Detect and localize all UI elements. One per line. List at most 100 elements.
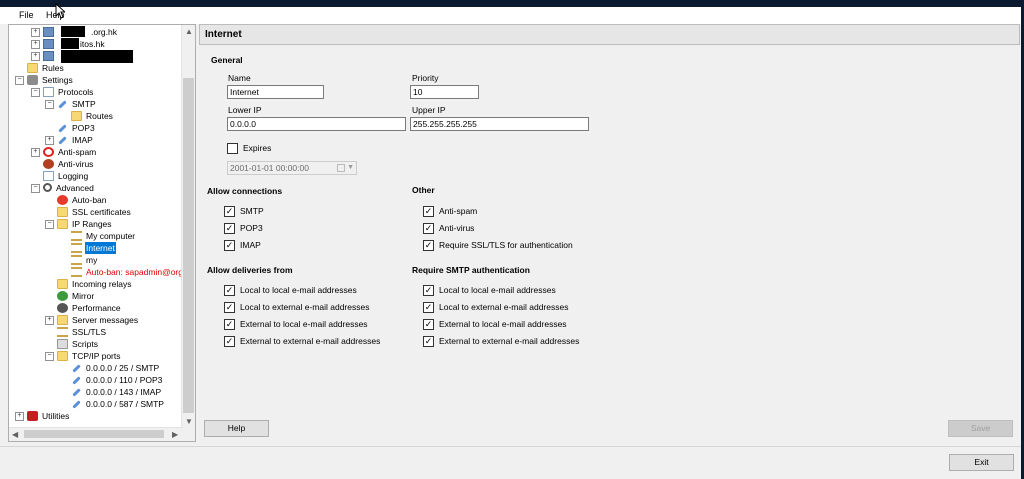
checkbox-deliver-external-external[interactable]: ✓ External to external e-mail addresses xyxy=(224,335,380,347)
tree-expander[interactable]: − xyxy=(45,220,54,229)
checkbox-auth-local-external[interactable]: ✓ Local to external e-mail addresses xyxy=(423,301,568,313)
tree-node-domain-1[interactable]: .org.hk xyxy=(43,26,118,38)
tree-node-settings[interactable]: Settings xyxy=(27,74,74,86)
checkbox-box: ✓ xyxy=(423,285,434,296)
tree-node-anti-spam[interactable]: Anti-spam xyxy=(43,146,97,158)
tree-horizontal-scrollbar[interactable]: ◀ ▶ xyxy=(9,427,183,441)
scroll-right-arrow-icon[interactable]: ▶ xyxy=(172,430,178,439)
priority-field[interactable]: 10 xyxy=(410,85,479,99)
menu-file[interactable]: File xyxy=(19,10,34,20)
feather-icon xyxy=(71,375,82,385)
upper-ip-field[interactable]: 255.255.255.255 xyxy=(410,117,589,131)
allow-deliveries-heading: Allow deliveries from xyxy=(207,265,293,275)
scroll-up-arrow-icon[interactable]: ▲ xyxy=(185,27,193,36)
tree-node-port-25[interactable]: 0.0.0.0 / 25 / SMTP xyxy=(71,362,160,374)
tree-expander[interactable]: − xyxy=(31,184,40,193)
exit-button[interactable]: Exit xyxy=(949,454,1014,471)
tree-node-utilities[interactable]: Utilities xyxy=(27,410,70,422)
expires-checkbox[interactable]: Expires xyxy=(227,142,271,154)
checkbox-smtp[interactable]: ✓ SMTP xyxy=(224,205,264,217)
redacted-block xyxy=(61,50,133,63)
footer-divider xyxy=(0,446,1021,447)
checkbox-box: ✓ xyxy=(224,336,235,347)
tree-expander[interactable]: + xyxy=(31,28,40,37)
checkbox-pop3[interactable]: ✓ POP3 xyxy=(224,222,263,234)
tree-node-port-143[interactable]: 0.0.0.0 / 143 / IMAP xyxy=(71,386,162,398)
tree-node-server-messages[interactable]: Server messages xyxy=(57,314,139,326)
tree-node-domain-3[interactable] xyxy=(43,50,59,62)
checkbox-deliver-local-external[interactable]: ✓ Local to external e-mail addresses xyxy=(224,301,369,313)
feather-icon xyxy=(57,99,68,109)
tree-node-anti-virus[interactable]: Anti-virus xyxy=(43,158,94,170)
other-heading: Other xyxy=(412,185,435,195)
checkbox-auth-external-local[interactable]: ✓ External to local e-mail addresses xyxy=(423,318,567,330)
tree-vertical-scrollbar[interactable]: ▲ ▼ xyxy=(181,25,195,428)
tree-expander[interactable]: + xyxy=(31,148,40,157)
checkbox-deliver-external-local[interactable]: ✓ External to local e-mail addresses xyxy=(224,318,368,330)
settings-tree[interactable]: + .org.hk + itos.hk + Rules − Settings −… xyxy=(8,24,196,442)
tree-expander[interactable]: − xyxy=(15,76,24,85)
checkbox-auth-local-local[interactable]: ✓ Local to local e-mail addresses xyxy=(423,284,556,296)
scroll-down-arrow-icon[interactable]: ▼ xyxy=(185,417,193,426)
scrollbar-corner xyxy=(182,428,195,441)
save-button[interactable]: Save xyxy=(948,420,1013,437)
tools-icon xyxy=(27,75,38,85)
tree-expander[interactable]: + xyxy=(31,52,40,61)
tree-node-rules[interactable]: Rules xyxy=(27,62,65,74)
checkbox-imap[interactable]: ✓ IMAP xyxy=(224,239,261,251)
tree-expander[interactable]: + xyxy=(45,136,54,145)
tree-node-ssl-certificates[interactable]: SSL certificates xyxy=(57,206,132,218)
upper-ip-label: Upper IP xyxy=(412,105,446,115)
checkbox-box: ✓ xyxy=(224,285,235,296)
checkbox-require-ssl-tls[interactable]: ✓ Require SSL/TLS for authentication xyxy=(423,239,573,251)
tree-node-port-110[interactable]: 0.0.0.0 / 110 / POP3 xyxy=(71,374,163,386)
tree-expander[interactable]: + xyxy=(15,412,24,421)
checkbox-auth-external-external[interactable]: ✓ External to external e-mail addresses xyxy=(423,335,579,347)
tree-node-ssl-tls[interactable]: SSL/TLS xyxy=(57,326,107,338)
folder-icon xyxy=(57,279,68,289)
tree-expander[interactable]: − xyxy=(31,88,40,97)
tree-node-auto-ban-entry[interactable]: Auto-ban: sapadmin@org.h xyxy=(71,266,191,278)
checkbox-anti-virus[interactable]: ✓ Anti-virus xyxy=(423,222,474,234)
mirror-icon xyxy=(57,291,68,301)
folder-icon xyxy=(57,315,68,325)
tree-node-pop3[interactable]: POP3 xyxy=(57,122,96,134)
tree-node-ip-ranges[interactable]: IP Ranges xyxy=(57,218,113,230)
tree-node-mirror[interactable]: Mirror xyxy=(57,290,95,302)
scroll-left-arrow-icon[interactable]: ◀ xyxy=(12,430,18,439)
protocols-icon xyxy=(43,87,54,97)
tree-node-domain-2[interactable]: itos.hk xyxy=(43,38,106,50)
help-button[interactable]: Help xyxy=(204,420,269,437)
expires-date-picker: 2001-01-01 00:00:00 ▼ xyxy=(227,161,357,175)
tree-node-my-computer[interactable]: My computer xyxy=(71,230,136,242)
checkbox-anti-spam[interactable]: ✓ Anti-spam xyxy=(423,205,477,217)
lower-ip-field[interactable]: 0.0.0.0 xyxy=(227,117,406,131)
tree-expander[interactable]: + xyxy=(45,316,54,325)
tree-node-auto-ban[interactable]: Auto-ban xyxy=(57,194,108,206)
tree-node-routes[interactable]: Routes xyxy=(71,110,114,122)
tree-node-scripts[interactable]: Scripts xyxy=(57,338,99,350)
tree-node-tcp-ip-ports[interactable]: TCP/IP ports xyxy=(57,350,122,362)
tree-node-performance[interactable]: Performance xyxy=(57,302,122,314)
tree-node-my[interactable]: my xyxy=(71,254,98,266)
require-smtp-auth-heading: Require SMTP authentication xyxy=(412,265,530,275)
tree-expander[interactable]: + xyxy=(31,40,40,49)
tree-node-internet[interactable]: Internet xyxy=(71,242,116,254)
checkbox-deliver-local-local[interactable]: ✓ Local to local e-mail addresses xyxy=(224,284,357,296)
feather-icon xyxy=(71,399,82,409)
tree-node-imap[interactable]: IMAP xyxy=(57,134,94,146)
scrollbar-thumb[interactable] xyxy=(183,78,194,413)
checkbox-box: ✓ xyxy=(423,240,434,251)
tree-expander[interactable]: − xyxy=(45,352,54,361)
tree-expander[interactable]: − xyxy=(45,100,54,109)
tree-node-incoming-relays[interactable]: Incoming relays xyxy=(57,278,133,290)
scrollbar-thumb[interactable] xyxy=(24,430,164,438)
tree-node-port-587[interactable]: 0.0.0.0 / 587 / SMTP xyxy=(71,398,165,410)
application-window: File Help + .org.hk + itos.hk + Rules − … xyxy=(0,3,1021,479)
tree-node-smtp[interactable]: SMTP xyxy=(57,98,97,110)
name-field[interactable]: Internet xyxy=(227,85,324,99)
tree-node-logging[interactable]: Logging xyxy=(43,170,89,182)
ssl-icon xyxy=(57,327,68,337)
tree-node-protocols[interactable]: Protocols xyxy=(43,86,94,98)
tree-node-advanced[interactable]: Advanced xyxy=(43,182,95,194)
